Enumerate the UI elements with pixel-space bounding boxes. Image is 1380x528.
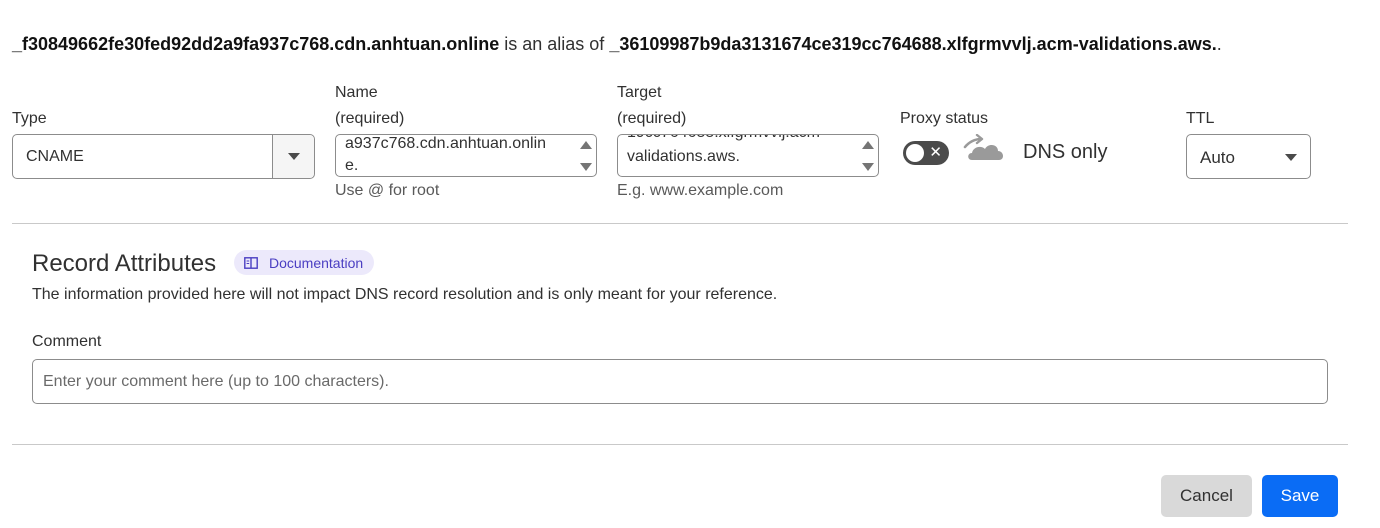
type-label: Type [12, 110, 47, 127]
divider [12, 444, 1348, 445]
scroll-down-icon[interactable] [580, 163, 592, 171]
save-button[interactable]: Save [1262, 475, 1338, 517]
target-input-line1: validations.aws. [627, 148, 740, 165]
proxy-toggle[interactable]: ✕ [903, 141, 949, 165]
name-input[interactable]: a937c768.cdn.anhtuan.onlin e. [335, 134, 597, 177]
target-required: (required) [617, 110, 687, 127]
proxy-state-text: DNS only [1023, 141, 1108, 163]
section-title: Record Attributes [32, 250, 217, 277]
name-input-line2: e. [345, 157, 359, 174]
type-select-toggle[interactable] [272, 135, 314, 178]
type-select-value: CNAME [26, 148, 84, 165]
alias-target: _36109987b9da3131674ce319cc764688.xlfgrm… [609, 34, 1217, 54]
comment-label: Comment [32, 333, 102, 350]
alias-source: _f30849662fe30fed92dd2a9fa937c768.cdn.an… [12, 34, 500, 54]
chevron-down-icon [288, 153, 300, 160]
ttl-label: TTL [1186, 110, 1215, 127]
target-input[interactable]: 19cc764688.xlfgrmvvlj.acm- validations.a… [617, 134, 879, 177]
name-required: (required) [335, 110, 405, 127]
chevron-down-icon [1285, 154, 1297, 161]
target-input-line0: 19cc764688.xlfgrmvvlj.acm- [627, 135, 856, 143]
cloud-icon [963, 134, 1004, 160]
scroll-up-icon[interactable] [862, 141, 874, 149]
close-icon: ✕ [929, 144, 942, 161]
name-label: Name [335, 84, 378, 101]
target-label: Target [617, 84, 662, 101]
book-icon [244, 256, 258, 269]
type-select[interactable]: CNAME [12, 134, 315, 179]
alias-description: _f30849662fe30fed92dd2a9fa937c768.cdn.an… [12, 34, 1222, 55]
scroll-up-icon[interactable] [580, 141, 592, 149]
comment-input[interactable] [32, 359, 1328, 404]
ttl-select-value: Auto [1200, 148, 1235, 167]
alias-connector: is an alias of [499, 34, 610, 54]
attributes-info-text: The information provided here will not i… [32, 286, 778, 303]
scroll-down-icon[interactable] [862, 163, 874, 171]
cancel-button[interactable]: Cancel [1161, 475, 1252, 517]
target-hint: E.g. www.example.com [617, 182, 784, 199]
ttl-select[interactable]: Auto [1186, 134, 1311, 179]
name-hint: Use @ for root [335, 182, 440, 199]
toggle-knob [906, 144, 924, 162]
proxy-status-label: Proxy status [900, 110, 989, 127]
documentation-label: Documentation [269, 254, 364, 271]
divider [12, 223, 1348, 224]
alias-ellipsis: . [1216, 34, 1222, 54]
documentation-link[interactable]: Documentation [234, 250, 375, 275]
name-input-line1: a937c768.cdn.anhtuan.onlin [345, 135, 547, 152]
